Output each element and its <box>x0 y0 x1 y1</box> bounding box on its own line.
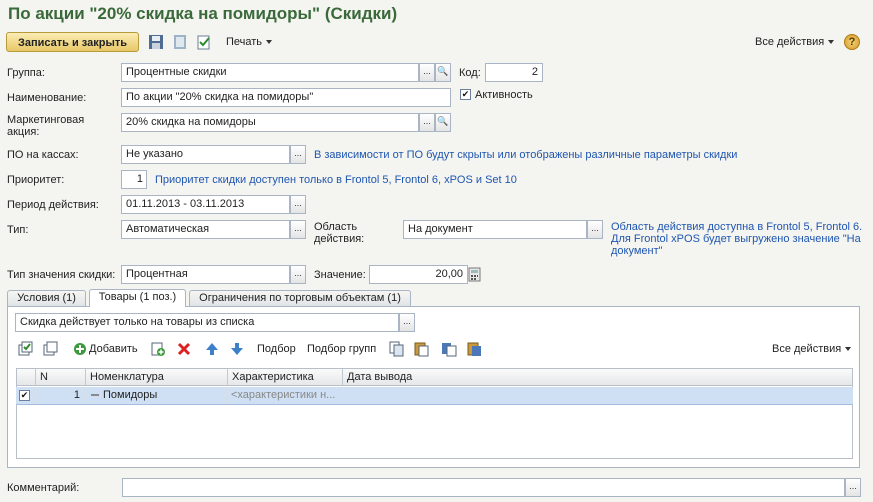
all-actions-label: Все действия <box>755 36 825 48</box>
marketing-field[interactable]: 20% скидка на помидоры <box>121 113 419 132</box>
select-groups-button[interactable]: Подбор групп <box>307 343 376 355</box>
group-field[interactable]: Процентные скидки <box>121 63 419 82</box>
group-label: Группа: <box>7 67 45 79</box>
table-header: N Номенклатура Характеристика Дата вывод… <box>16 368 853 386</box>
post-document-icon[interactable] <box>196 34 212 50</box>
calculator-icon[interactable] <box>468 266 481 283</box>
period-field[interactable]: 01.11.2013 - 03.11.2013 <box>121 195 290 214</box>
chevron-down-icon <box>828 40 835 45</box>
code-label: Код: <box>459 67 481 79</box>
print-menu[interactable]: Печать <box>226 36 273 48</box>
select-button[interactable]: Подбор <box>257 343 296 355</box>
help-icon[interactable]: ? <box>844 34 860 50</box>
row-checkbox[interactable]: ✔ <box>19 390 30 401</box>
marketing-label: Маркетинговая акция: <box>7 114 85 138</box>
goods-mode-field[interactable]: Скидка действует только на товары из спи… <box>15 313 399 332</box>
check-all-icon[interactable] <box>18 341 34 357</box>
value-type-label: Тип значения скидки: <box>7 269 116 281</box>
comment-select-button[interactable]: ... <box>845 478 861 497</box>
column-date[interactable]: Дата вывода <box>343 369 852 385</box>
pos-label: ПО на кассах: <box>7 149 79 161</box>
type-label: Тип: <box>7 224 29 236</box>
active-checkbox[interactable]: ✔ <box>460 89 471 100</box>
period-select-button[interactable]: ... <box>290 195 306 214</box>
code-field[interactable]: 2 <box>485 63 543 82</box>
pos-select-button[interactable]: ... <box>290 145 306 164</box>
goods-all-actions-menu[interactable]: Все действия <box>772 343 852 355</box>
item-icon <box>91 394 99 397</box>
pos-field[interactable]: Не указано <box>121 145 290 164</box>
row-check-cell[interactable]: ✔ <box>16 387 35 404</box>
window-title: По акции "20% скидка на помидоры" (Скидк… <box>8 4 398 23</box>
type-field[interactable]: Автоматическая <box>121 220 290 239</box>
value-type-field[interactable]: Процентная <box>121 265 290 284</box>
comment-label: Комментарий: <box>7 482 80 494</box>
tab-conditions[interactable]: Условия (1) <box>7 290 86 307</box>
group-select-button[interactable]: ... <box>419 63 435 82</box>
row-item-label: Помидоры <box>103 389 158 401</box>
tab-goods[interactable]: Товары (1 поз.) <box>89 289 186 307</box>
column-n[interactable]: N <box>36 369 86 385</box>
arrow-up-icon[interactable] <box>204 341 220 357</box>
paste-icon[interactable] <box>413 341 429 357</box>
search-icon[interactable]: 🔍 <box>435 113 451 132</box>
pos-hint: В зависимости от ПО будут скрыты или ото… <box>314 149 738 161</box>
save-close-button[interactable]: Записать и закрыть <box>6 32 139 52</box>
table-row[interactable]: ✔ 1 Помидоры <характеристики н... <box>16 387 853 405</box>
scope-hint: Область действия доступна в Frontol 5, F… <box>611 221 863 257</box>
scope-label: Область действия: <box>314 221 365 245</box>
priority-field[interactable]: 1 <box>121 170 147 189</box>
add-button[interactable]: Добавить <box>89 343 138 355</box>
column-check[interactable] <box>17 369 36 385</box>
tab-restrictions[interactable]: Ограничения по торговым объектам (1) <box>189 290 411 307</box>
column-characteristic[interactable]: Характеристика <box>228 369 343 385</box>
name-field[interactable]: По акции "20% скидка на помидоры" <box>121 88 451 107</box>
delete-icon[interactable] <box>176 341 192 357</box>
chevron-down-icon <box>266 40 273 45</box>
priority-hint: Приоритет скидки доступен только в Front… <box>155 174 517 186</box>
row-n-cell: 1 <box>35 387 85 404</box>
row-item-cell[interactable]: Помидоры <box>85 387 227 404</box>
goods-all-actions-label: Все действия <box>772 343 842 355</box>
marketing-select-button[interactable]: ... <box>419 113 435 132</box>
row-characteristic-cell[interactable]: <характеристики н... <box>227 387 342 404</box>
print-label: Печать <box>226 36 263 48</box>
row-date-cell[interactable] <box>342 387 851 404</box>
value-field[interactable]: 20,00 <box>369 265 468 284</box>
search-icon[interactable]: 🔍 <box>435 63 451 82</box>
copy-icon[interactable] <box>389 341 405 357</box>
value-label: Значение: <box>314 269 366 281</box>
column-nomenclature[interactable]: Номенклатура <box>86 369 228 385</box>
priority-label: Приоритет: <box>7 174 65 186</box>
copy-row-icon[interactable] <box>150 341 166 357</box>
chevron-down-icon <box>845 347 852 352</box>
period-label: Период действия: <box>7 199 99 211</box>
paste-from-clipboard-icon[interactable] <box>466 341 482 357</box>
arrow-down-icon[interactable] <box>229 341 245 357</box>
add-icon[interactable] <box>72 341 88 357</box>
comment-field[interactable] <box>122 478 845 497</box>
copy-to-clipboard-icon[interactable] <box>441 341 457 357</box>
uncheck-all-icon[interactable] <box>43 341 59 357</box>
all-actions-menu[interactable]: Все действия <box>755 36 835 48</box>
value-type-select-button[interactable]: ... <box>290 265 306 284</box>
goods-mode-select-button[interactable]: ... <box>399 313 415 332</box>
active-label: Активность <box>475 89 533 101</box>
document-icon[interactable] <box>172 34 188 50</box>
scope-field[interactable]: На документ <box>403 220 587 239</box>
save-icon[interactable] <box>148 34 164 50</box>
scope-select-button[interactable]: ... <box>587 220 603 239</box>
type-select-button[interactable]: ... <box>290 220 306 239</box>
name-label: Наименование: <box>7 92 87 104</box>
